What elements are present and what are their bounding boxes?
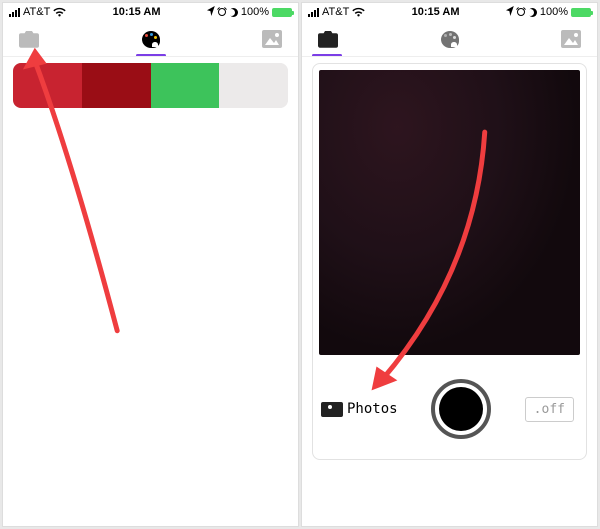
- dnd-icon: [229, 8, 238, 17]
- screen-camera: AT&T 10:15 AM 100%: [301, 2, 598, 527]
- flash-toggle[interactable]: .off: [525, 397, 574, 422]
- camera-viewfinder[interactable]: [319, 70, 580, 355]
- battery-pct: 100%: [241, 6, 269, 18]
- signal-icon: [9, 8, 20, 17]
- location-icon: [506, 6, 514, 19]
- camera-tab-icon[interactable]: [316, 27, 340, 51]
- alarm-icon: [218, 8, 226, 16]
- screen-palette: AT&T 10:15 AM 100%: [2, 2, 299, 527]
- palette-tab-icon[interactable]: [438, 27, 462, 51]
- swatch-row: [13, 63, 288, 108]
- gallery-tab-icon[interactable]: [260, 27, 284, 51]
- ios-statusbar: AT&T 10:15 AM 100%: [3, 3, 298, 21]
- swatch-4[interactable]: [219, 63, 288, 108]
- swatch-2[interactable]: [82, 63, 151, 108]
- camera-card: Photos .off: [312, 63, 587, 460]
- palette-tab-icon[interactable]: [139, 27, 163, 51]
- shutter-button[interactable]: [431, 379, 491, 439]
- swatch-3[interactable]: [151, 63, 220, 108]
- ios-statusbar: AT&T 10:15 AM 100%: [302, 3, 597, 21]
- palette-card[interactable]: [13, 63, 288, 108]
- open-photos-button[interactable]: Photos: [325, 401, 398, 417]
- battery-icon: [272, 8, 292, 17]
- battery-icon: [571, 8, 591, 17]
- active-tab-indicator: [136, 54, 166, 57]
- film-icon: [325, 402, 343, 417]
- alarm-icon: [517, 8, 525, 16]
- swatch-1[interactable]: [13, 63, 82, 108]
- clock: 10:15 AM: [66, 6, 207, 18]
- dnd-icon: [528, 8, 537, 17]
- gallery-tab-icon[interactable]: [559, 27, 583, 51]
- location-icon: [207, 6, 215, 19]
- camera-tab-icon[interactable]: [17, 27, 41, 51]
- wifi-icon: [352, 7, 365, 17]
- signal-icon: [308, 8, 319, 17]
- top-tabs: [3, 21, 298, 57]
- photos-label: Photos: [347, 401, 398, 417]
- carrier: AT&T: [322, 6, 349, 18]
- carrier: AT&T: [23, 6, 50, 18]
- camera-controls: Photos .off: [313, 361, 586, 459]
- top-tabs: [302, 21, 597, 57]
- active-tab-indicator: [312, 54, 342, 57]
- flash-label: .off: [534, 402, 565, 417]
- shutter-inner: [439, 387, 483, 431]
- wifi-icon: [53, 7, 66, 17]
- clock: 10:15 AM: [365, 6, 506, 18]
- battery-pct: 100%: [540, 6, 568, 18]
